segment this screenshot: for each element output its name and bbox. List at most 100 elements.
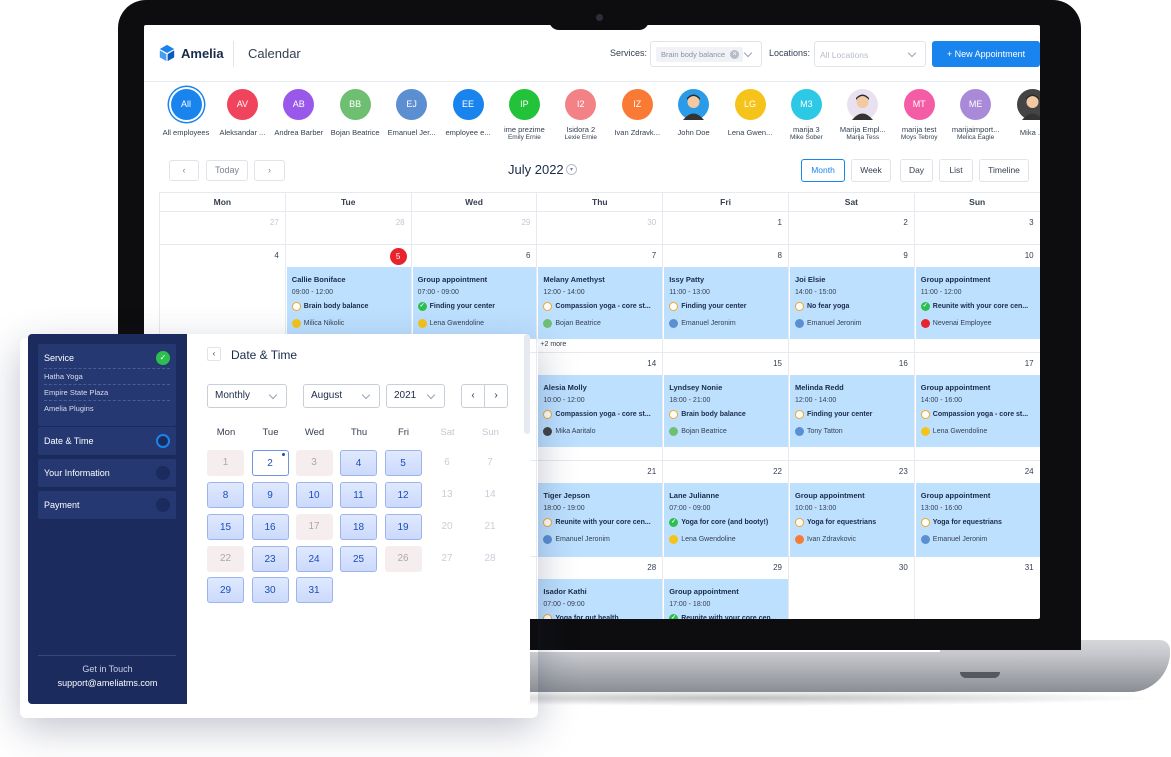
day-button[interactable]: 30 [251, 577, 289, 603]
employee-avatar [291, 319, 301, 328]
appointment-card[interactable]: Melany Amethyst 12:00 - 14:00 Compassion y… [538, 267, 663, 339]
step-your-information[interactable]: Your Information [38, 459, 176, 487]
appointment-card[interactable]: Group appointment 14:00 - 16:00 Compassion… [915, 375, 1040, 447]
day-button[interactable]: 15 [207, 514, 244, 540]
employee-avatar [543, 319, 553, 328]
new-appointment-button[interactable]: + New Appointment [932, 41, 1040, 67]
more-events-link[interactable]: +2 more [540, 341, 566, 348]
day-button[interactable]: 10 [295, 482, 333, 508]
day-button[interactable]: 12 [384, 482, 422, 508]
scrollbar[interactable] [524, 334, 530, 434]
appointment-card[interactable]: Lyndsey Nonie 18:00 - 21:00 Brain body bal… [664, 375, 788, 447]
day-button[interactable]: 5 [384, 450, 422, 476]
view-button-week[interactable]: Week [851, 159, 891, 182]
employee-filter-item[interactable]: I2 Isidora 2 Lexie Ernie [553, 89, 609, 142]
view-button-list[interactable]: List [939, 159, 973, 182]
weekday-header: Wed [411, 192, 538, 212]
day-button[interactable]: 11 [340, 482, 377, 508]
chip-remove-icon[interactable]: × [730, 50, 740, 59]
day-number: 31 [1024, 563, 1034, 572]
month-title[interactable]: July 2022 [508, 162, 564, 177]
day-cell[interactable]: 30 [537, 212, 664, 245]
services-select[interactable]: Brain body balance × [650, 41, 762, 67]
day-cell[interactable]: 31 [915, 557, 1040, 619]
weekday-label: Mon [216, 427, 236, 438]
step-divider [44, 400, 170, 401]
day-cell[interactable]: 2 [789, 212, 915, 245]
appointment-card[interactable]: Group appointment 17:00 - 18:00 ✓ Reunite w… [664, 579, 788, 619]
day-cell[interactable]: 3 [914, 212, 1040, 245]
appointment-card[interactable]: Callie Boniface 09:00 - 12:00 Brain body b… [286, 267, 411, 339]
contact-email[interactable]: support@ameliatms.com [28, 678, 187, 688]
day-number: 27 [269, 218, 279, 227]
app-header: Amelia Calendar Services: Brain body bal… [144, 25, 1040, 82]
day-button[interactable]: 4 [340, 450, 377, 476]
employee-filter-item[interactable]: John Doe [666, 89, 722, 137]
day-button[interactable]: 16 [251, 514, 289, 540]
year-select[interactable]: 2021 [386, 384, 445, 408]
employee-filter-item[interactable]: EJ Emanuel Jer... [384, 89, 440, 137]
employee-filter-item[interactable]: Marija Empl... Marija Tess [835, 89, 891, 142]
booking-steps-sidebar: Get in Touch support@ameliatms.com Servi… [28, 334, 187, 704]
appointment-card[interactable]: Issy Patty 11:00 - 13:00 Finding your cent… [664, 267, 788, 339]
employee-filter-item[interactable]: ME marijaimport... Melica Eagle [948, 89, 1004, 142]
employee-name: John Doe [677, 128, 710, 137]
day-button[interactable]: 8 [207, 482, 244, 508]
view-button-month[interactable]: Month [801, 159, 845, 182]
view-button-timeline[interactable]: Timeline [979, 159, 1029, 182]
appointment-card[interactable]: Joi Elsie 14:00 - 15:00 No fear yoga Emanue… [790, 267, 914, 339]
month-dropdown-icon[interactable]: ▾ [566, 164, 577, 175]
day-cell[interactable]: 28 [285, 212, 412, 245]
appointment-time: 18:00 - 21:00 [669, 397, 711, 404]
employee-filter-item[interactable]: BB Bojan Beatrice [327, 89, 383, 137]
employee-filter-item[interactable]: All All employees [158, 89, 214, 137]
appointment-card[interactable]: Lane Julianne 07:00 - 09:00 ✓ Yoga for core… [664, 483, 788, 557]
appointment-card[interactable]: Isador Kathi 07:00 - 09:00 Yoga for gut he… [538, 579, 663, 619]
day-button[interactable]: 24 [295, 546, 333, 572]
employee-filter-item[interactable]: IZ Ivan Zdravk... [609, 89, 665, 137]
appointment-card[interactable]: Group appointment 11:00 - 12:00 ✓ Reunite w… [915, 267, 1040, 339]
employee-filter-item[interactable]: M3 marija 3 Mike Sober [778, 89, 834, 142]
view-button-day[interactable]: Day [900, 159, 933, 182]
next-month-button[interactable]: › [484, 384, 508, 408]
appointment-card[interactable]: Alesia Molly 10:00 - 12:00 Compassion yoga… [538, 375, 663, 447]
step-service[interactable]: Service ✓ Hatha Yoga Empire State Plaza Amel… [38, 344, 176, 426]
back-button[interactable]: ‹ [207, 347, 221, 361]
employee-filter-item[interactable]: IP ime prezime Emily Ernie [496, 89, 552, 142]
day-button[interactable]: 19 [384, 514, 422, 540]
employee-filter-item[interactable]: AB Andrea Barber [271, 89, 327, 137]
appointment-card[interactable]: Group appointment 13:00 - 16:00 Yoga for e… [915, 483, 1040, 557]
day-cell[interactable]: 29 [411, 212, 538, 245]
employee-filter-item[interactable]: LG Lena Gwen... [722, 89, 778, 137]
appointment-card[interactable]: Melinda Redd 12:00 - 14:00 Finding your ce… [790, 375, 914, 447]
appointment-time: 18:00 - 19:00 [543, 505, 585, 512]
employee-filter-item[interactable]: AV Aleksandar ... [214, 89, 270, 137]
employee-filter-item[interactable]: EE employee e... [440, 89, 496, 137]
employee-filter-item[interactable]: Mika ... [1004, 89, 1040, 137]
next-month-button[interactable]: › [254, 160, 285, 181]
step-date-time[interactable]: Date & Time [38, 427, 176, 455]
appointment-card[interactable]: Group appointment 07:00 - 09:00 ✓ Finding y… [412, 267, 537, 339]
employee-filter-item[interactable]: MT marija test Moys Tebroy [891, 89, 947, 142]
day-cell[interactable]: 30 [789, 557, 915, 619]
step-payment[interactable]: Payment [38, 491, 176, 519]
customer-name: Callie Boniface [291, 275, 346, 284]
day-button[interactable]: 9 [251, 482, 289, 508]
day-button[interactable]: 29 [207, 577, 244, 603]
prev-month-button[interactable]: ‹ [461, 384, 485, 408]
appointment-card[interactable]: Group appointment 10:00 - 13:00 Yoga for e… [790, 483, 914, 557]
period-select[interactable]: Monthly [207, 384, 287, 408]
appointment-card[interactable]: Tiger Jepson 18:00 - 19:00 Reunite with yo… [538, 483, 663, 557]
locations-select[interactable]: All Locations [814, 41, 926, 67]
day-cell[interactable]: 27 [160, 212, 286, 245]
prev-month-button[interactable]: ‹ [169, 160, 199, 181]
month-select[interactable]: August [303, 384, 380, 408]
day-cell[interactable]: 1 [663, 212, 789, 245]
employee-row: Emanuel Jeronim [669, 319, 782, 328]
today-button[interactable]: Today [206, 160, 248, 181]
day-button[interactable]: 23 [251, 546, 289, 572]
day-button[interactable]: 31 [295, 577, 333, 603]
day-button[interactable]: 25 [340, 546, 377, 572]
day-button[interactable]: 2 [251, 450, 289, 476]
day-button[interactable]: 18 [340, 514, 377, 540]
